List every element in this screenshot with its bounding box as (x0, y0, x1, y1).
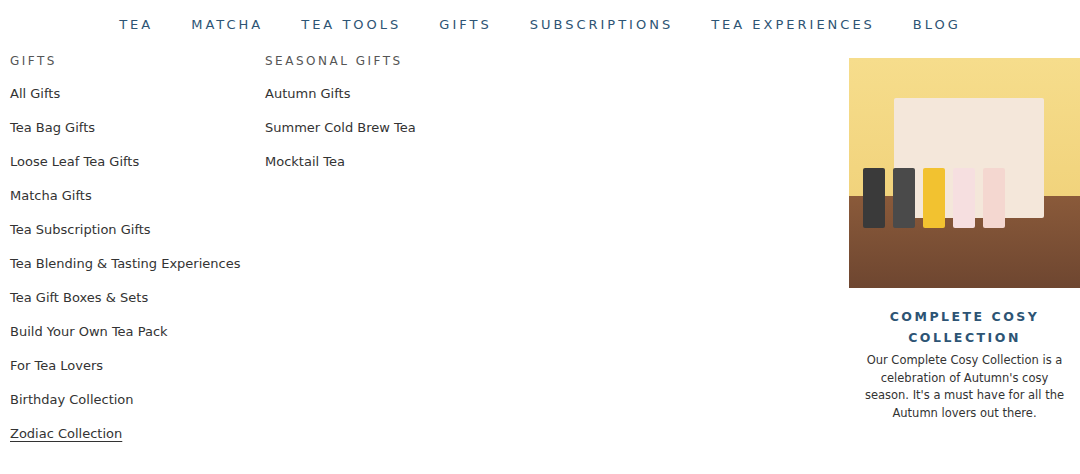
nav-link-item[interactable]: TEA EXPERIENCES (711, 15, 875, 35)
menu-link[interactable]: Autumn Gifts (265, 77, 350, 111)
menu-column: SEASONAL GIFTS Autumn GiftsSummer Cold Br… (265, 50, 565, 445)
nav-link-item[interactable]: GIFTS (439, 15, 491, 35)
menu-link[interactable]: Mocktail Tea (265, 145, 345, 179)
menu-link[interactable]: Matcha Gifts (10, 179, 92, 213)
nav-link-item[interactable]: BLOG (913, 15, 961, 35)
menu-link[interactable]: Summer Cold Brew Tea (265, 111, 416, 145)
gifts-mega-menu: GIFTS All GiftsTea Bag GiftsLoose Leaf Te… (0, 50, 1080, 445)
menu-item: Mocktail Tea (265, 145, 565, 179)
featured-card[interactable]: COMPLETE COSY COLLECTIONOur Complete Cos… (849, 50, 1080, 445)
nav-link-item[interactable]: SUBSCRIPTIONS (530, 15, 673, 35)
featured-description: Our Complete Cosy Collection is a celebr… (849, 352, 1080, 422)
menu-link[interactable]: Tea Blending & Tasting Experiences (10, 247, 240, 281)
menu-item: Autumn Gifts (265, 77, 565, 111)
column-heading: GIFTS (10, 50, 265, 71)
menu-item: Tea Subscription Gifts (10, 213, 265, 247)
featured-image[interactable] (849, 58, 1080, 288)
nav-link-item[interactable]: MATCHA (191, 15, 263, 35)
nav-link-item[interactable]: TEA (119, 15, 153, 35)
menu-column: GIFTS All GiftsTea Bag GiftsLoose Leaf Te… (10, 50, 265, 445)
menu-item: For Tea Lovers (10, 349, 265, 383)
menu-link[interactable]: Zodiac Collection (10, 423, 122, 445)
menu-item: Birthday Collection (10, 383, 265, 417)
menu-link[interactable]: Tea Bag Gifts (10, 111, 95, 145)
menu-link[interactable]: Birthday Collection (10, 383, 134, 417)
menu-item: Loose Leaf Tea Gifts (10, 145, 265, 179)
menu-link[interactable]: All Gifts (10, 77, 60, 111)
menu-item: Tea Bag Gifts (10, 111, 265, 145)
menu-list: All GiftsTea Bag GiftsLoose Leaf Tea Gif… (10, 77, 265, 445)
menu-item: Matcha Gifts (10, 179, 265, 213)
menu-link[interactable]: Tea Gift Boxes & Sets (10, 281, 148, 315)
tea-pack-shape (953, 168, 975, 228)
menu-item: Summer Cold Brew Tea (265, 111, 565, 145)
menu-link[interactable]: Tea Subscription Gifts (10, 213, 151, 247)
tea-pack-shape (893, 168, 915, 228)
menu-item: Tea Gift Boxes & Sets (10, 281, 265, 315)
tea-pack-shape (983, 168, 1005, 228)
featured-title[interactable]: COMPLETE COSY COLLECTION (863, 306, 1066, 348)
menu-item: Build Your Own Tea Pack (10, 315, 265, 349)
menu-item: Zodiac Collection (10, 417, 265, 445)
nav-link-item[interactable]: TEA TOOLS (301, 15, 401, 35)
top-nav: TEA MATCHA TEA TOOLS GIFTS SUBSCRIPTIONS TEA … (0, 0, 1080, 50)
menu-link[interactable]: Loose Leaf Tea Gifts (10, 145, 139, 179)
tea-pack-shape (863, 168, 885, 228)
tea-pack-shape (923, 168, 945, 228)
menu-item: All Gifts (10, 77, 265, 111)
menu-list: Autumn GiftsSummer Cold Brew TeaMocktail… (265, 77, 565, 179)
menu-item: Tea Blending & Tasting Experiences (10, 247, 265, 281)
menu-link[interactable]: Build Your Own Tea Pack (10, 315, 168, 349)
menu-link[interactable]: For Tea Lovers (10, 349, 103, 383)
column-heading: SEASONAL GIFTS (265, 50, 565, 71)
